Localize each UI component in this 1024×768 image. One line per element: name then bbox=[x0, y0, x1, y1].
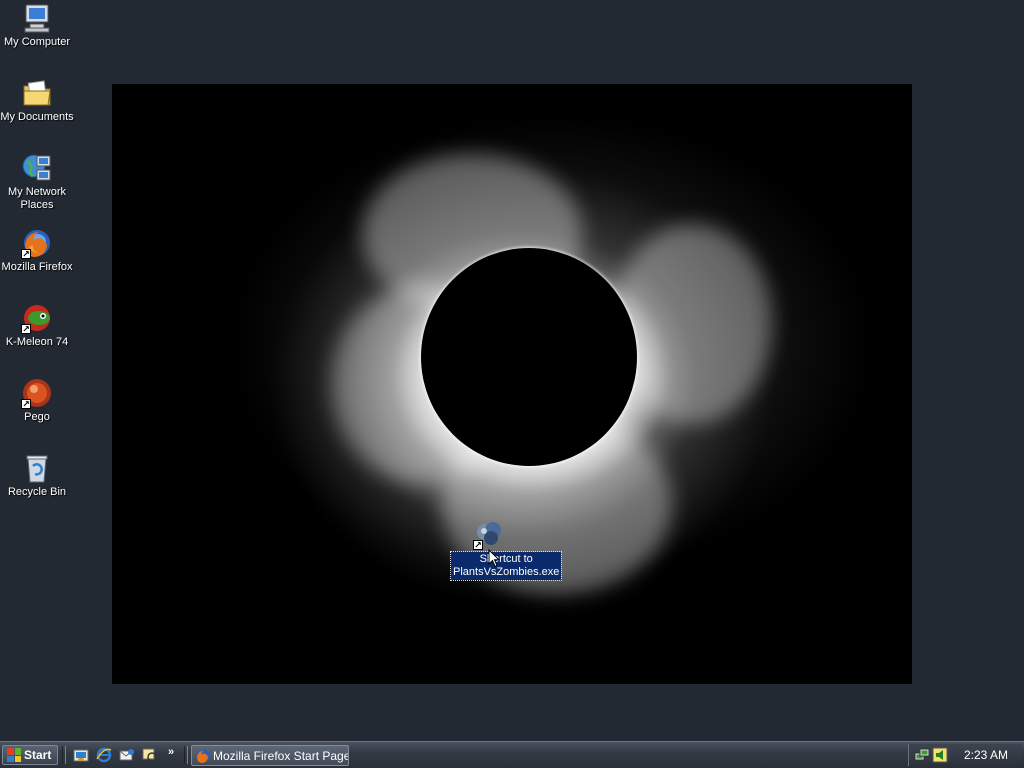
system-clock[interactable]: 2:23 AM bbox=[964, 748, 1008, 762]
desktop-icon-recycle-bin[interactable]: Recycle Bin bbox=[0, 452, 74, 499]
taskbar-button-firefox[interactable]: Mozilla Firefox Start Page... bbox=[191, 745, 349, 766]
windows-logo-icon bbox=[7, 748, 21, 762]
taskbar-separator bbox=[184, 746, 188, 764]
outlook-express-icon[interactable] bbox=[119, 747, 135, 763]
desktop-icon-label-selected: Shortcut to PlantsVsZombies.exe bbox=[449, 551, 563, 581]
network-tray-icon[interactable] bbox=[914, 747, 930, 763]
firefox-icon bbox=[196, 749, 210, 763]
volume-tray-icon[interactable] bbox=[932, 747, 948, 763]
desktop-wallpaper bbox=[112, 84, 912, 684]
internet-explorer-icon[interactable] bbox=[96, 747, 112, 763]
desktop-icon-label: K-Meleon 74 bbox=[5, 336, 69, 348]
mouse-cursor-icon bbox=[488, 549, 500, 568]
shortcut-arrow-icon: ↗ bbox=[473, 540, 483, 550]
computer-icon bbox=[21, 2, 53, 34]
shortcut-arrow-icon: ↗ bbox=[21, 324, 31, 334]
desktop-icon-k-meleon[interactable]: ↗ K-Meleon 74 bbox=[0, 302, 74, 349]
desktop-icon-label: Recycle Bin bbox=[7, 486, 67, 498]
desktop-icon-mozilla-firefox[interactable]: ↗ Mozilla Firefox bbox=[0, 227, 74, 274]
desktop-icon-my-documents[interactable]: My Documents bbox=[0, 77, 74, 124]
desktop-icon-label: My Documents bbox=[0, 111, 74, 123]
recycle-bin-icon bbox=[21, 452, 53, 484]
shortcut-arrow-icon: ↗ bbox=[21, 399, 31, 409]
quick-launch-chevron[interactable]: » bbox=[168, 746, 174, 758]
start-button[interactable]: Start bbox=[2, 745, 58, 765]
corona-streamer bbox=[612, 224, 772, 424]
desktop-icon-label: My Computer bbox=[3, 36, 71, 48]
desktop-icon-label: Pego bbox=[24, 411, 50, 423]
show-desktop-icon[interactable] bbox=[73, 747, 89, 763]
desktop-icon-my-computer[interactable]: My Computer bbox=[0, 2, 74, 49]
system-tray: 2:23 AM bbox=[908, 744, 1022, 766]
eclipse-moon bbox=[421, 248, 637, 466]
network-icon bbox=[21, 152, 53, 184]
windows-media-icon[interactable] bbox=[142, 747, 158, 763]
firefox-icon: ↗ bbox=[21, 227, 53, 259]
desktop-icon-my-network-places[interactable]: My Network Places bbox=[0, 152, 74, 212]
folder-icon bbox=[21, 77, 53, 109]
desktop-icon-pego[interactable]: ↗ Pego bbox=[0, 377, 74, 424]
start-label: Start bbox=[24, 748, 52, 762]
desktop-icon-label: My Network Places bbox=[7, 186, 67, 211]
taskbar-button-label: Mozilla Firefox Start Page... bbox=[213, 748, 349, 763]
shortcut-arrow-icon: ↗ bbox=[21, 249, 31, 259]
desktop-icon-label: Mozilla Firefox bbox=[1, 261, 73, 273]
plants-vs-zombies-icon: ↗ bbox=[473, 518, 505, 550]
kmeleon-icon: ↗ bbox=[21, 302, 53, 334]
taskbar: Start » Mozilla Firefox Start Page... 2:… bbox=[0, 741, 1024, 768]
taskbar-separator bbox=[62, 746, 66, 764]
pego-icon: ↗ bbox=[21, 377, 53, 409]
